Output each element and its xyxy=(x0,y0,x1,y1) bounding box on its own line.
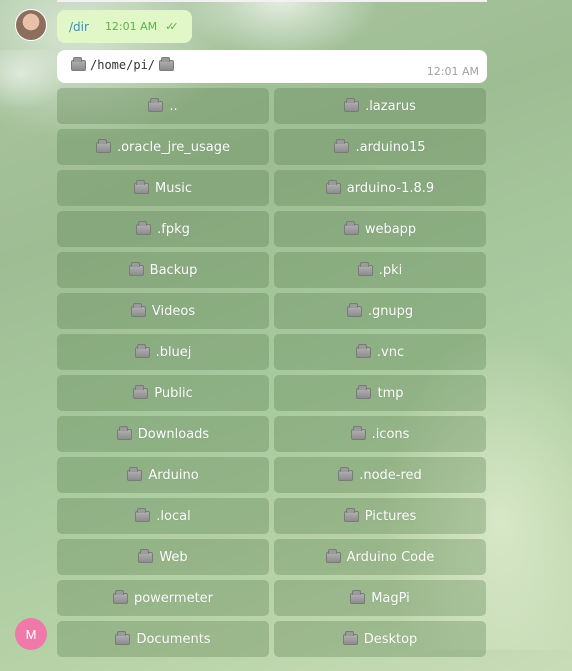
keyboard-button[interactable]: .node-red xyxy=(274,457,486,493)
folder-icon xyxy=(134,343,150,358)
incoming-message[interactable]: /home/pi/ 12:01 AM xyxy=(57,50,487,83)
keyboard-button[interactable]: MagPi xyxy=(274,580,486,616)
folder-icon xyxy=(159,56,175,71)
keyboard-button[interactable]: Videos xyxy=(57,293,269,329)
keyboard-button-label: .icons xyxy=(371,426,410,442)
folder-icon xyxy=(116,425,132,440)
keyboard-button-label: .arduino15 xyxy=(355,139,426,155)
keyboard-button-label: .pki xyxy=(378,262,403,278)
keyboard-button[interactable]: arduino-1.8.9 xyxy=(274,170,486,206)
folder-icon xyxy=(325,548,341,563)
keyboard-button-label: Public xyxy=(154,385,193,401)
keyboard-button-label: .gnupg xyxy=(367,303,414,319)
keyboard-button-label: .bluej xyxy=(155,344,192,360)
keyboard-button-label: .. xyxy=(169,98,178,114)
avatar-initial: M xyxy=(25,626,37,642)
folder-icon xyxy=(342,630,358,645)
keyboard-button-label: webapp xyxy=(364,221,417,237)
path-text: /home/pi/ xyxy=(90,58,156,72)
folder-icon xyxy=(334,138,350,153)
command-link[interactable]: /dir xyxy=(69,20,89,34)
keyboard-button[interactable]: .. xyxy=(57,88,269,124)
folder-icon xyxy=(133,384,149,399)
folder-icon xyxy=(130,302,146,317)
keyboard-button-label: Web xyxy=(159,549,188,565)
folder-icon xyxy=(357,261,373,276)
keyboard-button-label: .oracle_jre_usage xyxy=(116,139,231,155)
keyboard-button-label: powermeter xyxy=(133,590,214,606)
folder-icon xyxy=(350,589,366,604)
keyboard-button-label: .local xyxy=(156,508,191,524)
keyboard-button-label: arduino-1.8.9 xyxy=(346,180,435,196)
keyboard-button[interactable]: webapp xyxy=(274,211,486,247)
keyboard-button[interactable]: Public xyxy=(57,375,269,411)
keyboard-button[interactable]: .oracle_jre_usage xyxy=(57,129,269,165)
keyboard-button-label: .lazarus xyxy=(365,98,416,114)
keyboard-button-label: Music xyxy=(155,180,192,196)
keyboard-button[interactable]: Arduino xyxy=(57,457,269,493)
folder-icon xyxy=(338,466,354,481)
folder-icon xyxy=(325,179,341,194)
folder-icon xyxy=(127,466,143,481)
folder-icon xyxy=(350,425,366,440)
folder-icon xyxy=(95,138,111,153)
keyboard-button[interactable]: Music xyxy=(57,170,269,206)
keyboard-button-label: Documents xyxy=(136,631,211,647)
folder-icon xyxy=(343,220,359,235)
folder-icon xyxy=(128,261,144,276)
bot-avatar[interactable]: M xyxy=(15,618,47,650)
message-text: /home/pi/ xyxy=(71,56,178,72)
keyboard-button[interactable]: Downloads xyxy=(57,416,269,452)
keyboard-button[interactable]: Desktop xyxy=(274,621,486,657)
keyboard-button[interactable]: .gnupg xyxy=(274,293,486,329)
keyboard-button[interactable]: Arduino Code xyxy=(274,539,486,575)
folder-icon xyxy=(115,630,131,645)
folder-icon xyxy=(112,589,128,604)
message-time: 12:01 AM xyxy=(426,65,479,78)
keyboard-button-label: Videos xyxy=(151,303,196,319)
folder-icon xyxy=(356,384,372,399)
keyboard-button[interactable]: Pictures xyxy=(274,498,486,534)
folder-icon xyxy=(343,507,359,522)
keyboard-button[interactable]: .fpkg xyxy=(57,211,269,247)
keyboard-button-label: tmp xyxy=(377,385,404,401)
double-check-icon: ✓✓ xyxy=(165,20,179,33)
keyboard-button[interactable]: .lazarus xyxy=(274,88,486,124)
keyboard-button-label: Desktop xyxy=(363,631,418,647)
folder-icon xyxy=(135,507,151,522)
keyboard-button[interactable]: Documents xyxy=(57,621,269,657)
keyboard-button[interactable]: powermeter xyxy=(57,580,269,616)
keyboard-button[interactable]: .pki xyxy=(274,252,486,288)
message-time: 12:01 AM xyxy=(104,20,158,33)
keyboard-button-label: .fpkg xyxy=(157,221,190,237)
keyboard-button-label: Backup xyxy=(149,262,198,278)
folder-icon xyxy=(344,97,360,112)
folder-icon xyxy=(134,179,149,194)
folder-icon xyxy=(136,220,152,235)
keyboard-button[interactable]: .icons xyxy=(274,416,486,452)
outgoing-message[interactable]: /dir 12:01 AM ✓✓ xyxy=(57,10,192,43)
folder-icon xyxy=(148,97,164,112)
keyboard-button[interactable]: .bluej xyxy=(57,334,269,370)
keyboard-button-label: .vnc xyxy=(376,344,405,360)
folder-icon xyxy=(355,343,371,358)
keyboard-button-label: Downloads xyxy=(137,426,210,442)
keyboard-button[interactable]: Backup xyxy=(57,252,269,288)
folder-icon xyxy=(138,548,154,563)
keyboard-button[interactable]: .vnc xyxy=(274,334,486,370)
keyboard-button-label: Arduino Code xyxy=(346,549,435,565)
keyboard-button-label: Pictures xyxy=(364,508,417,524)
keyboard-button-label: Arduino xyxy=(148,467,199,483)
keyboard-button[interactable]: .local xyxy=(57,498,269,534)
user-avatar[interactable] xyxy=(15,9,47,41)
keyboard-button-label: MagPi xyxy=(371,590,410,606)
keyboard-button[interactable]: tmp xyxy=(274,375,486,411)
keyboard-button-label: .node-red xyxy=(359,467,422,483)
folder-icon xyxy=(346,302,362,317)
folder-icon xyxy=(71,56,86,71)
keyboard-button[interactable]: Web xyxy=(57,539,269,575)
keyboard-button[interactable]: .arduino15 xyxy=(274,129,486,165)
previous-message-edge xyxy=(57,0,487,2)
